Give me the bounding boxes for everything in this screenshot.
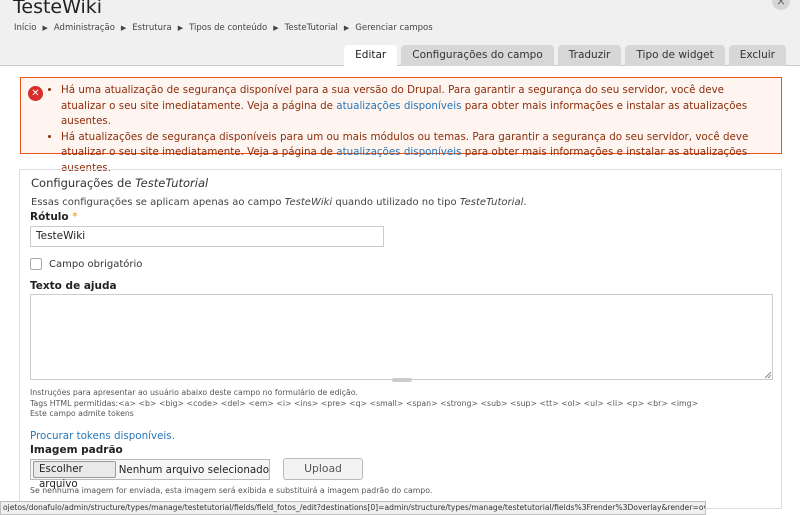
breadcrumb-item-gerenciar-campos[interactable]: Gerenciar campos	[355, 23, 432, 33]
breadcrumb-item-tipos-de-conteudo[interactable]: Tipos de conteúdo	[189, 23, 267, 33]
breadcrumb-item-inicio[interactable]: Início	[14, 23, 37, 33]
resize-corner-icon[interactable]	[764, 371, 772, 379]
tab-tipo-de-widget[interactable]: Tipo de widget	[625, 45, 725, 66]
error-message-item: Há uma atualização de segurança disponív…	[61, 83, 771, 130]
default-image-file-input[interactable]: Escolher arquivo Nenhum arquivo selecion…	[30, 459, 270, 490]
default-image-label: Imagem padrão	[30, 444, 123, 456]
breadcrumb-separator-icon: ▶	[120, 24, 127, 32]
description-type-name: TesteTutorial	[459, 197, 524, 208]
legend-content-type: TesteTutorial	[135, 176, 209, 190]
description-text: Essas configurações se aplicam apenas ao…	[31, 197, 285, 208]
tokens-note: Este campo admite tokens	[30, 409, 134, 418]
error-message-list: Há uma atualização de segurança disponív…	[61, 83, 771, 176]
breadcrumb-item-testetutorial[interactable]: TesteTutorial	[285, 23, 338, 33]
error-messages: ✕ Há uma atualização de segurança dispon…	[20, 77, 782, 174]
description-field-name: TesteWiki	[284, 197, 333, 208]
required-field-row: Campo obrigatório	[30, 258, 142, 270]
breadcrumb: Início ▶ Administração ▶ Estrutura ▶ Tip…	[14, 23, 433, 33]
rotulo-label: Rótulo *	[30, 211, 78, 223]
tab-configuracoes-do-campo[interactable]: Configurações do campo	[401, 45, 554, 66]
breadcrumb-separator-icon: ▶	[343, 24, 350, 32]
upload-button[interactable]: Upload	[283, 458, 363, 480]
help-description: Instruções para apresentar ao usuário ab…	[30, 388, 358, 397]
legend-prefix: Configurações de	[31, 176, 136, 190]
breadcrumb-item-administracao[interactable]: Administração	[54, 23, 115, 33]
fieldset-legend: Configurações de TesteTutorial	[31, 176, 208, 190]
required-field-label: Campo obrigatório	[49, 258, 143, 270]
primary-tabs: Editar Configurações do campo Traduzir T…	[344, 45, 786, 66]
tab-excluir[interactable]: Excluir	[728, 45, 786, 66]
fieldset-description: Essas configurações se aplicam apenas ao…	[31, 197, 527, 208]
required-marker: *	[72, 211, 78, 223]
tab-editar[interactable]: Editar	[344, 45, 398, 66]
rotulo-label-text: Rótulo	[30, 211, 69, 223]
available-updates-link[interactable]: atualizações disponíveis	[336, 100, 461, 112]
overlay-header: TesteWiki × Início ▶ Administração ▶ Est…	[0, 0, 800, 66]
breadcrumb-item-estrutura[interactable]: Estrutura	[132, 23, 171, 33]
site-title: TesteWiki	[13, 0, 103, 18]
help-text-textarea[interactable]	[30, 294, 773, 380]
allowed-html-tags: Tags HTML permitidas:<a> <b> <big> <code…	[30, 399, 699, 408]
error-icon: ✕	[28, 86, 43, 101]
close-overlay-button[interactable]: ×	[772, 0, 790, 10]
choose-file-button[interactable]: Escolher arquivo	[33, 461, 116, 490]
no-file-selected-text: Nenhum arquivo selecionado	[118, 463, 269, 476]
rotulo-input[interactable]: TesteWiki	[30, 226, 384, 247]
default-image-description: Se nenhuma imagem for enviada, esta imag…	[30, 486, 433, 495]
required-field-checkbox[interactable]	[30, 258, 42, 270]
tab-traduzir[interactable]: Traduzir	[557, 45, 622, 66]
textarea-resize-grip[interactable]	[392, 378, 412, 382]
description-text: quando utilizado no tipo	[332, 197, 460, 208]
description-text: .	[523, 197, 527, 208]
browse-tokens-link[interactable]: Procurar tokens disponíveis.	[30, 430, 175, 442]
breadcrumb-separator-icon: ▶	[42, 24, 48, 32]
help-text-label: Texto de ajuda	[30, 280, 117, 292]
breadcrumb-separator-icon: ▶	[273, 24, 279, 32]
browser-status-bar: ojetos/donafulo/admin/structure/types/ma…	[0, 501, 706, 515]
available-updates-link[interactable]: atualizações disponíveis	[336, 146, 461, 158]
breadcrumb-separator-icon: ▶	[177, 24, 184, 32]
